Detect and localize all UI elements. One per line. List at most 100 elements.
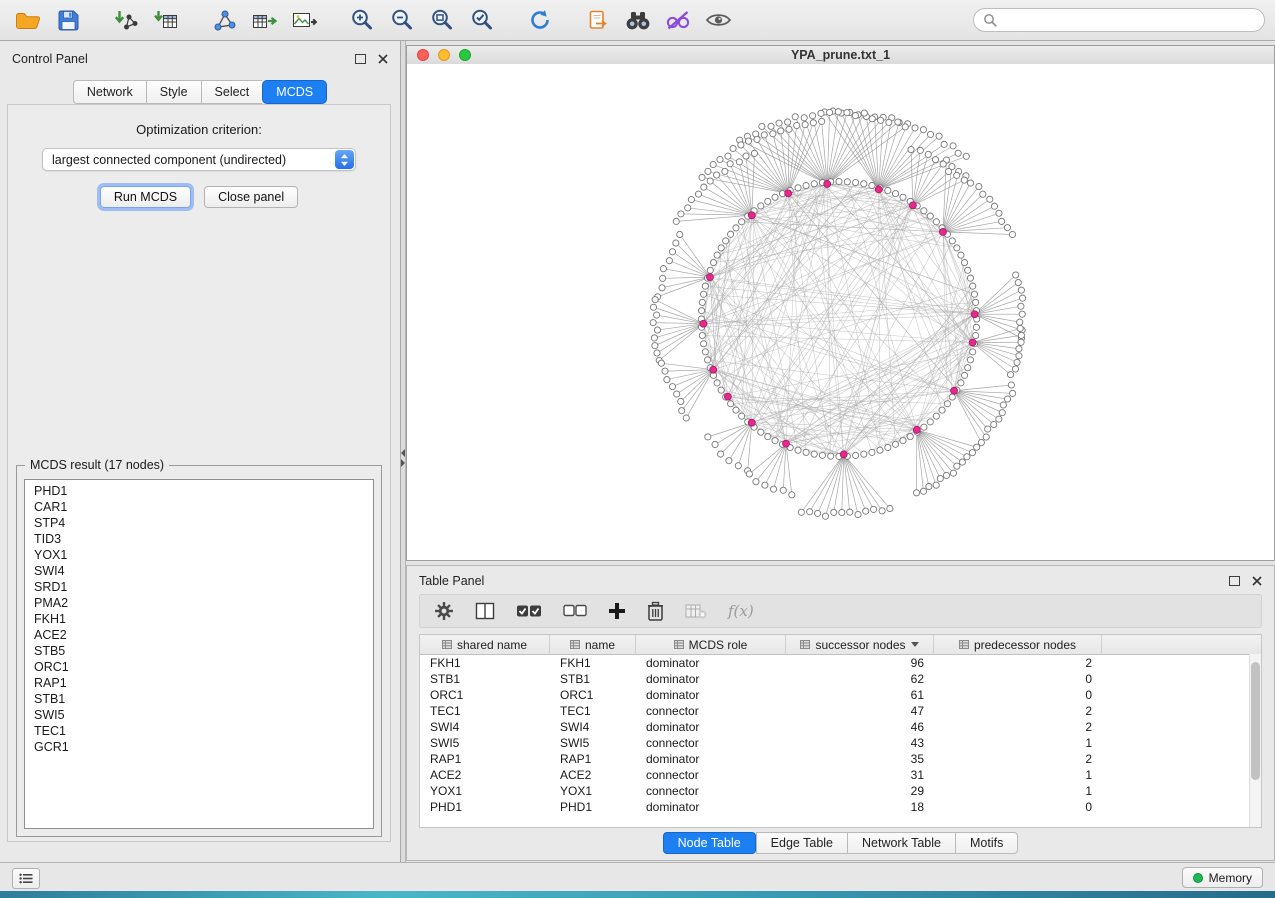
cell-mcds-role[interactable]: dominator <box>636 655 786 671</box>
mcds-result-item[interactable]: STP4 <box>25 515 373 531</box>
table-row[interactable]: FKH1FKH1dominator962 <box>420 655 1261 671</box>
mcds-result-item[interactable]: STB5 <box>25 643 373 659</box>
mcds-result-item[interactable]: FKH1 <box>25 611 373 627</box>
cell-successor-nodes[interactable]: 47 <box>786 703 934 719</box>
column-header-name[interactable]: name <box>550 635 636 654</box>
search-field[interactable] <box>973 8 1265 32</box>
mcds-result-item[interactable]: SRD1 <box>25 579 373 595</box>
memory-button[interactable]: Memory <box>1182 867 1263 888</box>
tab-network-table[interactable]: Network Table <box>847 832 955 854</box>
table-scrollbar[interactable] <box>1249 654 1261 827</box>
cell-name[interactable]: RAP1 <box>550 751 636 767</box>
cell-mcds-role[interactable]: dominator <box>636 687 786 703</box>
table-scrollbar-thumb[interactable] <box>1251 662 1260 780</box>
table-row[interactable]: RAP1RAP1dominator352 <box>420 751 1261 767</box>
cell-successor-nodes[interactable]: 31 <box>786 767 934 783</box>
cell-predecessor-nodes[interactable]: 2 <box>934 719 1102 735</box>
cell-successor-nodes[interactable]: 35 <box>786 751 934 767</box>
cell-name[interactable]: YOX1 <box>550 783 636 799</box>
first-neighbors-button[interactable] <box>620 5 656 35</box>
cell-mcds-role[interactable]: dominator <box>636 719 786 735</box>
open-file-button[interactable] <box>10 5 46 35</box>
table-row[interactable]: ORC1ORC1dominator610 <box>420 687 1261 703</box>
close-panel-icon[interactable] <box>378 54 388 64</box>
cell-shared-name[interactable]: ACE2 <box>420 767 550 783</box>
column-header-shared-name[interactable]: shared name <box>420 635 550 654</box>
splitter-collapse-arrows[interactable] <box>401 447 405 469</box>
cell-shared-name[interactable]: RAP1 <box>420 751 550 767</box>
cell-name[interactable]: PHD1 <box>550 799 636 815</box>
column-header-mcds-role[interactable]: MCDS role <box>636 635 786 654</box>
float-table-panel-icon[interactable] <box>1229 576 1240 586</box>
cell-shared-name[interactable]: FKH1 <box>420 655 550 671</box>
cell-name[interactable]: FKH1 <box>550 655 636 671</box>
maximize-window-traffic-light[interactable] <box>459 49 471 61</box>
cell-shared-name[interactable]: SWI4 <box>420 719 550 735</box>
cell-predecessor-nodes[interactable]: 0 <box>934 799 1102 815</box>
cell-successor-nodes[interactable]: 62 <box>786 671 934 687</box>
cell-name[interactable]: ORC1 <box>550 687 636 703</box>
cell-name[interactable]: STB1 <box>550 671 636 687</box>
cell-predecessor-nodes[interactable]: 1 <box>934 767 1102 783</box>
import-network-button[interactable] <box>108 5 144 35</box>
cell-mcds-role[interactable]: dominator <box>636 799 786 815</box>
column-header-predecessor-nodes[interactable]: predecessor nodes <box>934 635 1102 654</box>
float-panel-icon[interactable] <box>355 54 366 64</box>
import-table-button[interactable] <box>148 5 184 35</box>
cell-mcds-role[interactable]: dominator <box>636 751 786 767</box>
cell-mcds-role[interactable]: connector <box>636 783 786 799</box>
zoom-fit-button[interactable] <box>424 5 460 35</box>
cell-shared-name[interactable]: TEC1 <box>420 703 550 719</box>
mcds-result-item[interactable]: PHD1 <box>25 483 373 499</box>
tab-motifs[interactable]: Motifs <box>955 832 1018 854</box>
table-row[interactable]: SWI4SWI4dominator462 <box>420 719 1261 735</box>
cell-name[interactable]: ACE2 <box>550 767 636 783</box>
zoom-out-button[interactable] <box>384 5 420 35</box>
cell-predecessor-nodes[interactable]: 0 <box>934 687 1102 703</box>
column-header-successor-nodes[interactable]: successor nodes <box>786 635 934 654</box>
tab-style[interactable]: Style <box>146 80 201 104</box>
tab-mcds[interactable]: MCDS <box>262 80 327 104</box>
cell-successor-nodes[interactable]: 29 <box>786 783 934 799</box>
table-row[interactable]: YOX1YOX1connector291 <box>420 783 1261 799</box>
add-row-icon[interactable] <box>608 602 626 620</box>
cell-predecessor-nodes[interactable]: 1 <box>934 783 1102 799</box>
export-image-button[interactable] <box>286 5 322 35</box>
close-table-panel-icon[interactable] <box>1252 576 1262 586</box>
cell-predecessor-nodes[interactable]: 2 <box>934 703 1102 719</box>
cell-shared-name[interactable]: SWI5 <box>420 735 550 751</box>
cell-mcds-role[interactable]: dominator <box>636 671 786 687</box>
cell-predecessor-nodes[interactable]: 1 <box>934 735 1102 751</box>
save-session-button[interactable] <box>50 5 86 35</box>
show-hide-button[interactable] <box>700 5 736 35</box>
cell-shared-name[interactable]: STB1 <box>420 671 550 687</box>
new-network-button[interactable] <box>206 5 242 35</box>
cell-mcds-role[interactable]: connector <box>636 703 786 719</box>
mcds-result-item[interactable]: ORC1 <box>25 659 373 675</box>
zoom-selected-button[interactable] <box>464 5 500 35</box>
show-columns-icon[interactable] <box>475 602 495 620</box>
mcds-result-item[interactable]: CAR1 <box>25 499 373 515</box>
select-all-icon[interactable] <box>516 603 542 619</box>
cell-shared-name[interactable]: YOX1 <box>420 783 550 799</box>
cell-successor-nodes[interactable]: 18 <box>786 799 934 815</box>
cell-successor-nodes[interactable]: 61 <box>786 687 934 703</box>
mcds-result-item[interactable]: TID3 <box>25 531 373 547</box>
mcds-result-item[interactable]: PMA2 <box>25 595 373 611</box>
clone-network-button[interactable] <box>580 5 616 35</box>
cell-predecessor-nodes[interactable]: 2 <box>934 751 1102 767</box>
network-window-titlebar[interactable]: YPA_prune.txt_1 <box>407 46 1274 65</box>
refresh-button[interactable] <box>522 5 558 35</box>
cell-successor-nodes[interactable]: 46 <box>786 719 934 735</box>
cell-name[interactable]: SWI5 <box>550 735 636 751</box>
table-row[interactable]: PHD1PHD1dominator180 <box>420 799 1261 815</box>
cell-name[interactable]: SWI4 <box>550 719 636 735</box>
network-graph[interactable] <box>407 64 1274 560</box>
search-input[interactable] <box>1003 12 1255 28</box>
cell-predecessor-nodes[interactable]: 0 <box>934 671 1102 687</box>
mcds-result-item[interactable]: SWI4 <box>25 563 373 579</box>
mcds-result-item[interactable]: GCR1 <box>25 739 373 755</box>
cell-successor-nodes[interactable]: 43 <box>786 735 934 751</box>
tab-edge-table[interactable]: Edge Table <box>756 832 847 854</box>
tab-select[interactable]: Select <box>201 80 263 104</box>
